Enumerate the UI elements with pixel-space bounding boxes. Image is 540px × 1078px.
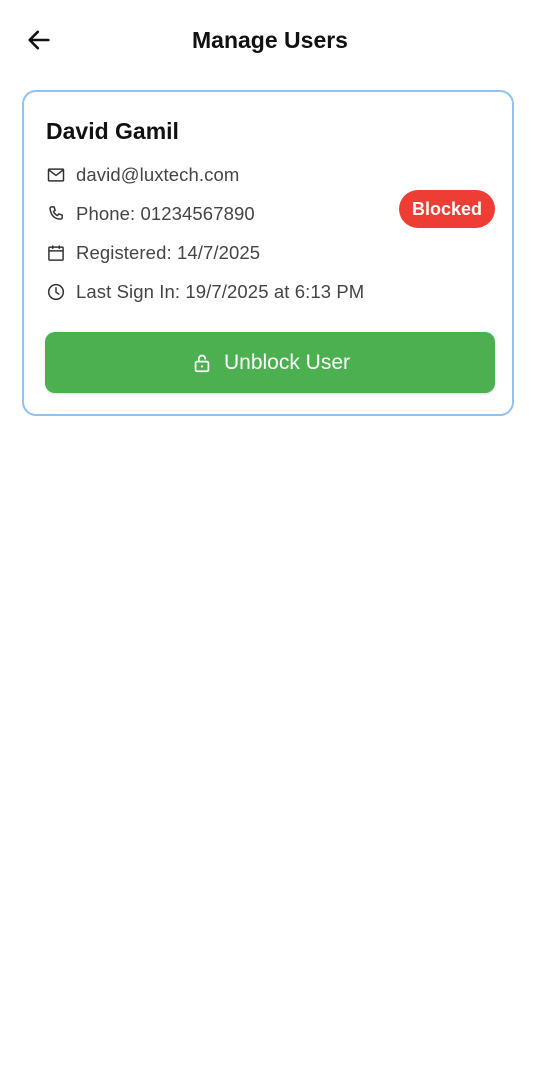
user-card: David Gamil david@luxtech.com Phone: 012… — [22, 90, 514, 416]
unblock-user-label: Unblock User — [223, 350, 351, 374]
phone-row: Phone: 01234567890 — [45, 201, 255, 227]
page-title: Manage Users — [192, 27, 348, 53]
calendar-icon — [45, 242, 67, 264]
mail-icon — [45, 164, 67, 186]
user-email: david@luxtech.com — [76, 164, 240, 185]
phone-icon — [45, 203, 67, 225]
user-phone: Phone: 01234567890 — [76, 203, 255, 224]
unlock-icon — [190, 351, 214, 375]
app-bar: Manage Users — [0, 0, 540, 80]
last-sign-in-row: Last Sign In: 19/7/2025 at 6:13 PM — [45, 279, 364, 305]
user-name: David Gamil — [46, 118, 179, 144]
clock-icon — [45, 281, 67, 303]
status-badge: Blocked — [399, 190, 495, 228]
user-last-sign-in: Last Sign In: 19/7/2025 at 6:13 PM — [76, 281, 365, 302]
registered-row: Registered: 14/7/2025 — [45, 240, 260, 266]
email-row: david@luxtech.com — [45, 162, 239, 188]
unblock-user-button[interactable]: Unblock User — [45, 332, 495, 393]
user-registered: Registered: 14/7/2025 — [76, 242, 261, 263]
